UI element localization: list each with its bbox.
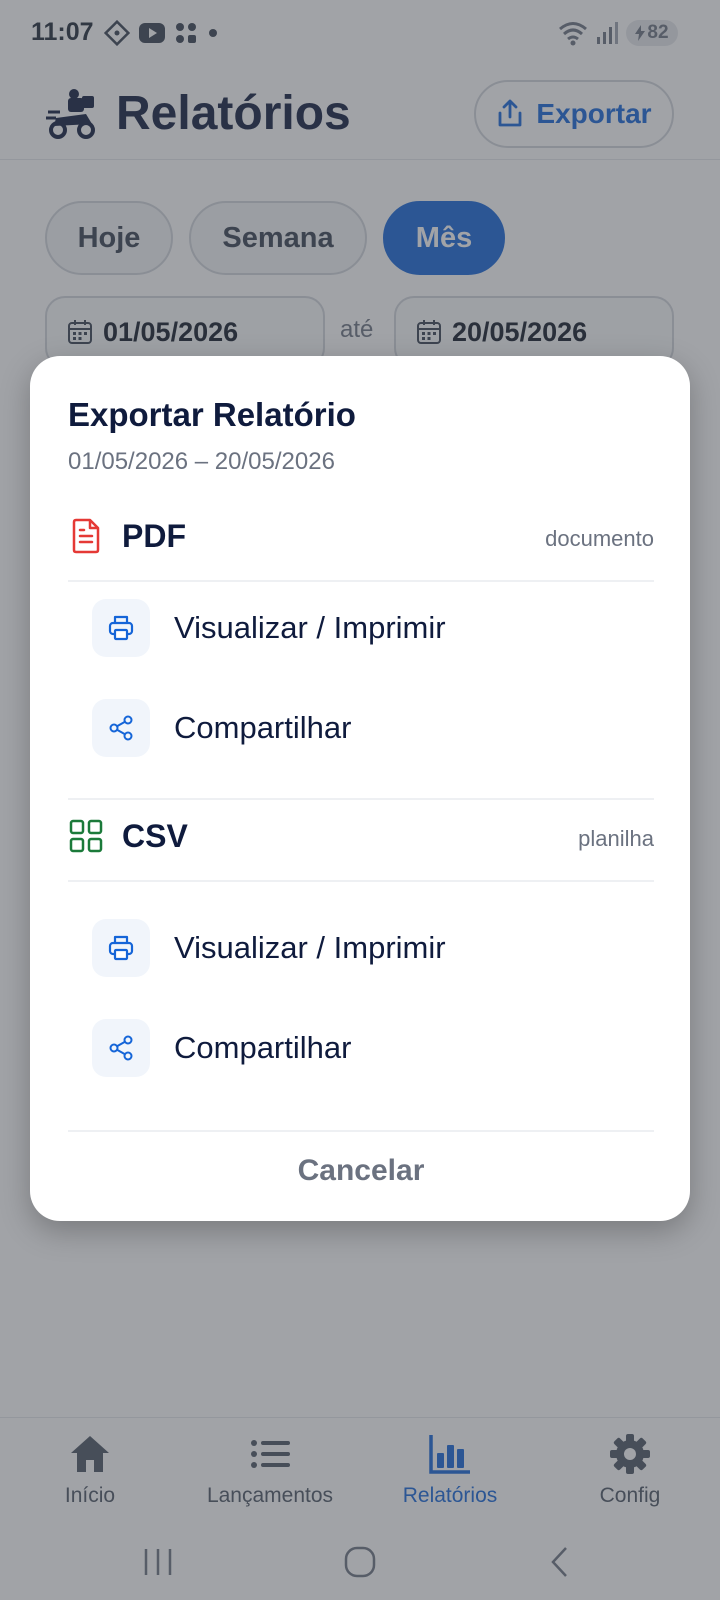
share-icon [109,715,133,741]
cancel-divider [68,1130,654,1132]
grid-icon [69,819,103,853]
printer-icon [108,615,134,641]
pdf-share-label: Compartilhar [174,710,352,745]
printer-icon [108,935,134,961]
section-divider [68,798,654,800]
print-icon-tile [92,919,150,977]
csv-section-header: CSV planilha [68,802,654,882]
csv-share-action[interactable]: Compartilhar [68,1008,654,1088]
pdf-print-action[interactable]: Visualizar / Imprimir [68,588,654,668]
app-screen: 11:07 82 Relatórios [0,0,720,1600]
pdf-section-label: PDF [122,518,186,554]
csv-share-label: Compartilhar [174,1030,352,1065]
dialog-date-range: 01/05/2026 – 20/05/2026 [68,448,335,475]
pdf-print-label: Visualizar / Imprimir [174,610,446,645]
share-icon-tile [92,1019,150,1077]
pdf-section-header: PDF documento [68,502,654,582]
csv-section-label: CSV [122,818,188,854]
share-icon [109,1035,133,1061]
cancel-button[interactable]: Cancelar [68,1141,654,1201]
dialog-title: Exportar Relatório [68,396,356,433]
pdf-section-kind: documento [545,526,654,551]
export-report-dialog: Exportar Relatório 01/05/2026 – 20/05/20… [30,356,690,1221]
pdf-share-action[interactable]: Compartilhar [68,688,654,768]
print-icon-tile [92,599,150,657]
csv-print-action[interactable]: Visualizar / Imprimir [68,908,654,988]
share-icon-tile [92,699,150,757]
file-text-icon [72,518,100,554]
csv-print-label: Visualizar / Imprimir [174,930,446,965]
csv-section-kind: planilha [578,826,654,851]
